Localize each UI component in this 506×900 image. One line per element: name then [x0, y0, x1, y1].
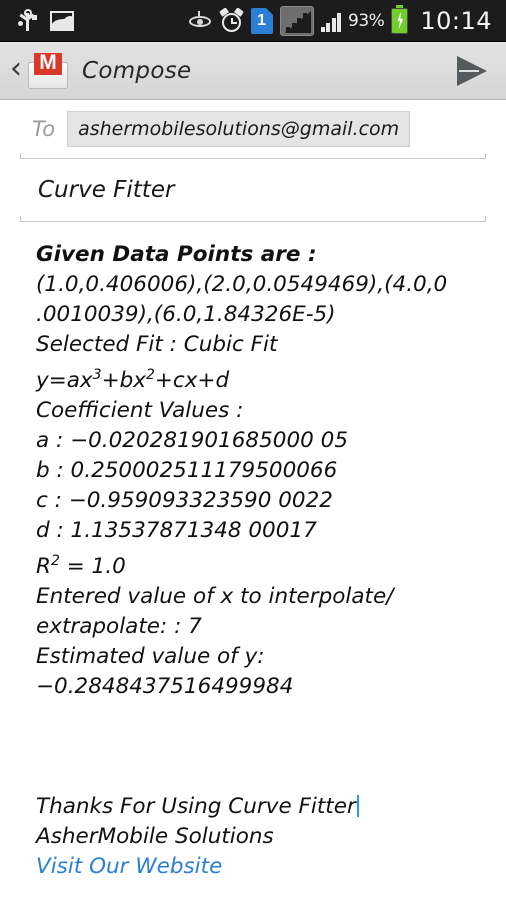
network-signal-icon [320, 10, 342, 32]
compose-form: To ashermobilesolutions@gmail.com Curve … [0, 100, 506, 883]
equation-tail: +cx+d [154, 368, 230, 394]
equation-exponent-2: 2 [145, 367, 155, 383]
eye-icon [187, 10, 213, 31]
clock-label: 10:14 [420, 6, 492, 35]
body-line-entered-x-2: extrapolate: : 7 [36, 614, 202, 640]
recipient-chip[interactable]: ashermobilesolutions@gmail.com [67, 111, 411, 147]
subject-field-underline [20, 216, 486, 222]
sim-icon: 1 [250, 7, 273, 34]
usb-icon [18, 8, 37, 33]
r-squared-base: R [36, 554, 51, 580]
body-line-estimated-y-header: Estimated value of y: [36, 644, 265, 670]
battery-charging-icon [391, 4, 409, 34]
r-squared-value: = 1.0 [59, 554, 126, 580]
equation-exponent-3: 3 [92, 367, 102, 383]
subject-input[interactable]: Curve Fitter [38, 177, 174, 203]
body-link-visit-our-website[interactable]: Visit Our Website [36, 852, 486, 882]
body-line-coefficient-d: d : 1.13537871348 00017 [36, 518, 317, 544]
equation-base: y=ax [36, 368, 93, 394]
send-icon [457, 55, 487, 86]
body-blank-line-1 [36, 702, 486, 732]
body-blank-line-3 [36, 762, 486, 792]
subject-field[interactable]: Curve Fitter [20, 159, 486, 222]
data-signal-icon [279, 5, 314, 36]
to-row[interactable]: To ashermobilesolutions@gmail.com [20, 100, 486, 158]
body-line-equation: y=ax3+bx2+cx+d [36, 360, 486, 396]
body-line-data-points-2: .0010039),(6.0,1.84326E-5) [36, 302, 336, 327]
body-line-selected-fit: Selected Fit : Cubic Fit [36, 332, 278, 357]
send-button[interactable] [450, 54, 494, 88]
body-line-coefficient-b: b : 0.250002511179500066 [36, 458, 338, 484]
action-bar: ‹ M Compose [0, 42, 506, 100]
status-bar-left-icons [8, 8, 74, 33]
body-line-estimated-y-value: −0.2848437516499984 [36, 674, 294, 700]
battery-percent-label: 93% [348, 10, 385, 31]
status-bar-right-icons: 1 93% 10:14 [187, 4, 498, 36]
gmail-icon-letter: M [39, 50, 57, 74]
body-line-entered-x-1: Entered value of x to interpolate/ [36, 584, 394, 610]
body-line-coefficient-a: a : −0.020281901685000 05 [36, 428, 348, 454]
body-line-coefficient-values-header: Coefficient Values : [36, 398, 244, 424]
body-line-given-data-points: Given Data Points are : [36, 242, 317, 267]
body-line-r-squared: R2 = 1.0 [36, 546, 486, 582]
body-line-data-points-1: (1.0,0.406006),(2.0,0.0549469),(4.0,0 [36, 272, 448, 297]
subject-row[interactable]: Curve Fitter [20, 159, 486, 221]
body-blank-line-2 [36, 732, 486, 762]
body-line-thanks: Thanks For Using Curve Fitter [36, 792, 486, 822]
status-bar: 1 93% 10:14 [0, 0, 506, 42]
message-body[interactable]: Given Data Points are : (1.0,0.406006),(… [0, 222, 506, 882]
page-title: Compose [82, 57, 192, 84]
text-cursor [356, 795, 359, 818]
to-field[interactable]: To ashermobilesolutions@gmail.com [20, 100, 486, 159]
gmail-icon[interactable]: M [28, 50, 68, 89]
body-line-signature-company: AsherMobile Solutions [36, 824, 274, 850]
to-label: To [32, 117, 56, 141]
screenshot-icon [50, 10, 74, 31]
back-chevron-icon[interactable]: ‹ [6, 53, 26, 88]
alarm-icon [218, 6, 244, 33]
equation-mid: +bx [101, 368, 146, 394]
thanks-text: Thanks For Using Curve Fitter [36, 794, 356, 820]
r-squared-exponent: 2 [50, 553, 60, 570]
body-line-coefficient-c: c : −0.959093323590 0022 [36, 488, 333, 514]
